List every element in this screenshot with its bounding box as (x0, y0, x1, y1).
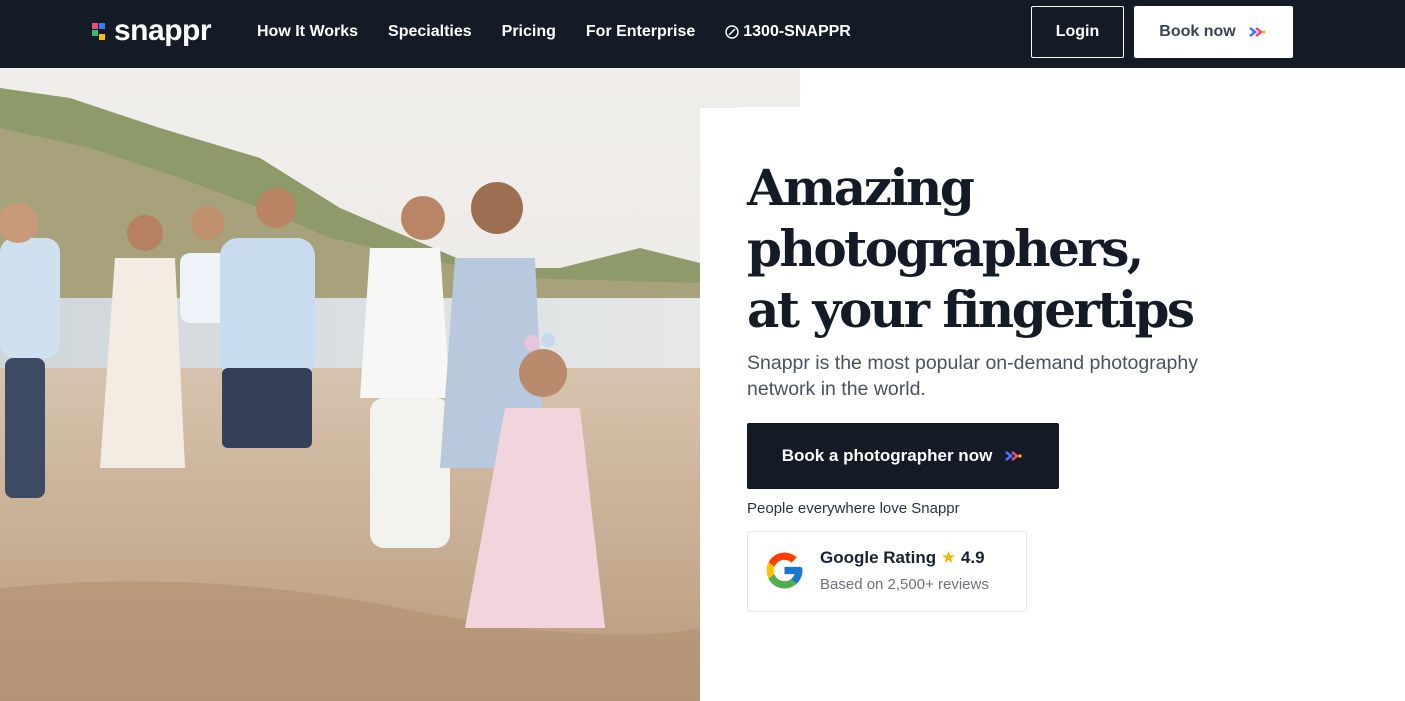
logo-mark-icon (92, 21, 108, 41)
google-rating-card[interactable]: Google Rating ★ 4.9 Based on 2,500+ revi… (747, 531, 1027, 612)
chevrons-right-icon (1248, 26, 1266, 38)
hero-photo (0, 68, 800, 701)
logo-wordmark: snappr (114, 14, 212, 47)
book-photographer-label: Book a photographer now (781, 446, 993, 465)
nav-phone-link[interactable]: 1300-SNAPPR (725, 23, 851, 41)
rating-score: 4.9 (960, 548, 985, 567)
nav-links: How It Works Specialties Pricing For Ent… (257, 0, 851, 64)
chevrons-right-icon (1005, 450, 1022, 462)
phone-icon (725, 25, 739, 39)
login-button[interactable]: Login (1031, 6, 1124, 58)
book-photographer-button[interactable]: Book a photographer now (747, 423, 1059, 489)
book-now-label: Book now (1159, 23, 1236, 40)
hero-subtitle: Snappr is the most popular on-demand pho… (747, 352, 1198, 400)
nav-link-how-it-works[interactable]: How It Works (257, 23, 358, 41)
phone-number: 1300-SNAPPR (743, 23, 851, 40)
top-navigation-bar: snappr How It Works Specialties Pricing … (0, 0, 1405, 68)
star-icon: ★ (940, 548, 957, 567)
rating-title: Google Rating ★ 4.9 (820, 548, 985, 568)
google-icon (766, 552, 803, 589)
rating-review-count: Based on 2,500+ reviews (820, 576, 989, 593)
nav-link-specialties[interactable]: Specialties (388, 23, 472, 41)
snappr-logo[interactable]: snappr (92, 14, 212, 48)
book-now-button[interactable]: Book now (1134, 6, 1293, 58)
rating-label: Google Rating (820, 548, 937, 567)
family-beach-photo-image (0, 68, 800, 701)
nav-link-pricing[interactable]: Pricing (502, 23, 556, 41)
social-proof-text: People everywhere love Snappr (747, 500, 960, 517)
hero-headline: Amazing photographers, at your fingertip… (747, 158, 1195, 339)
nav-link-for-enterprise[interactable]: For Enterprise (586, 23, 695, 41)
